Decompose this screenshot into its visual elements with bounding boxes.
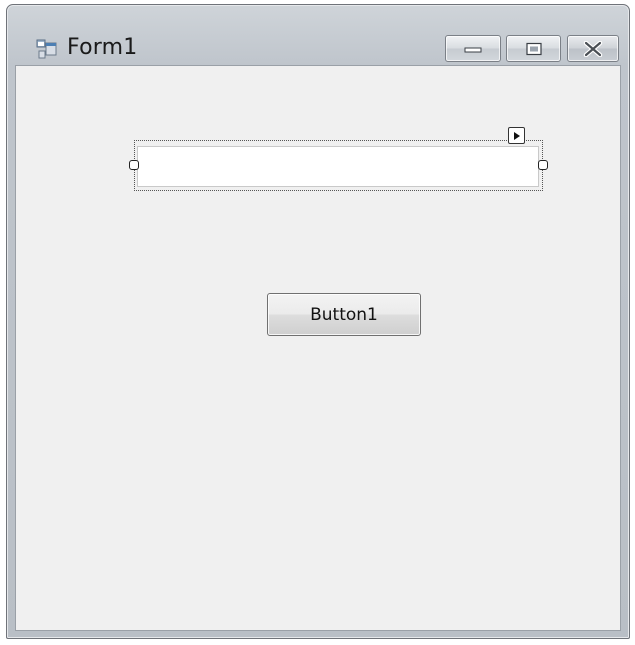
- maximize-button[interactable]: [506, 35, 561, 62]
- resize-handle-right[interactable]: [538, 160, 548, 170]
- arrow-right-icon: [514, 132, 520, 140]
- close-icon: [583, 40, 603, 57]
- minimize-button[interactable]: [445, 35, 501, 62]
- close-button[interactable]: [567, 35, 619, 62]
- resize-handle-left[interactable]: [129, 160, 139, 170]
- form-window: Form1 Button1: [6, 4, 630, 639]
- smart-tag-button[interactable]: [508, 127, 525, 144]
- minimize-icon: [464, 47, 482, 52]
- button1[interactable]: Button1: [267, 293, 421, 336]
- window-title: Form1: [67, 35, 138, 60]
- maximize-icon: [525, 42, 542, 55]
- form-icon: [35, 37, 59, 61]
- title-bar[interactable]: Form1: [7, 5, 629, 69]
- textbox1[interactable]: [137, 146, 539, 187]
- form-client-area: Button1: [15, 65, 621, 631]
